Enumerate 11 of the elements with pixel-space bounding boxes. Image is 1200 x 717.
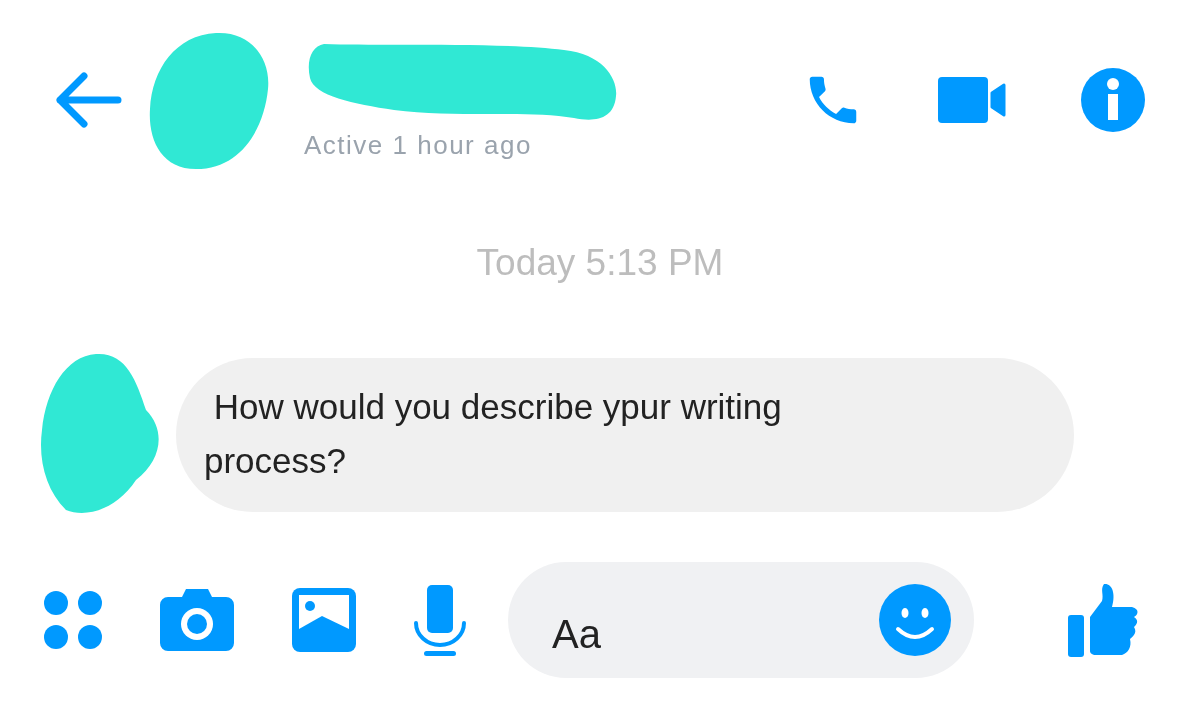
message-input[interactable]: Aa (508, 562, 974, 678)
image-icon[interactable] (290, 586, 358, 654)
info-icon[interactable] (1080, 67, 1146, 133)
apps-icon[interactable] (42, 589, 104, 651)
video-camera-icon[interactable] (936, 75, 1008, 125)
emoji-icon[interactable] (878, 583, 952, 657)
microphone-icon[interactable] (412, 583, 468, 657)
timestamp: Today 5:13 PM (476, 242, 724, 284)
camera-icon[interactable] (158, 587, 236, 653)
message-bubble: How would you describe ypur writing process? (176, 357, 1074, 513)
active-status: Active 1 hour ago (304, 129, 533, 161)
